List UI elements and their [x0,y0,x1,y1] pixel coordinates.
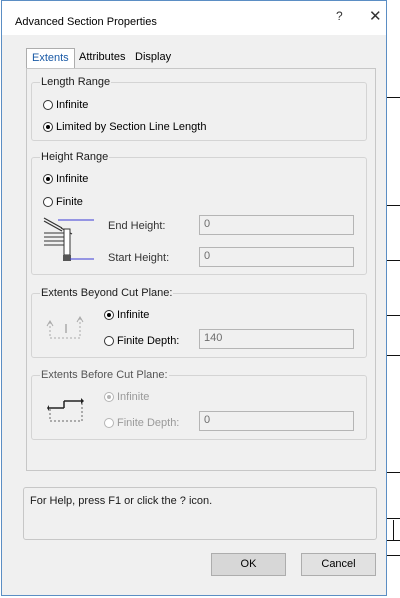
radio-indicator [43,197,53,207]
help-panel: For Help, press F1 or click the ? icon. [23,487,377,540]
radio-indicator [104,392,114,402]
radio-label: Infinite [117,309,150,321]
extents-tab-panel: Length Range Infinite Limited by Section… [26,68,376,471]
height-infinite-radio[interactable]: Infinite [43,172,88,186]
beyond-finite-depth-radio[interactable]: Finite Depth: [104,334,179,348]
radio-indicator [104,418,114,428]
background-window-line [387,355,400,356]
background-window-line [393,520,394,540]
tab-display[interactable]: Display [130,48,176,68]
radio-indicator [43,122,53,132]
before-cut-group: Extents Before Cut Plane: Infinite Finit… [31,369,367,440]
before-cut-title: Extents Before Cut Plane: [40,369,169,381]
radio-label: Infinite [117,391,150,403]
length-range-group: Length Range Infinite Limited by Section… [31,76,367,141]
radio-indicator [43,174,53,184]
height-range-title: Height Range [40,151,110,163]
beyond-cut-group: Extents Beyond Cut Plane: Infinite Finit… [31,287,367,358]
radio-label: Limited by Section Line Length [56,121,207,133]
background-window-line [387,472,400,473]
before-infinite-radio[interactable]: Infinite [104,390,149,404]
beyond-cut-icon [46,316,84,339]
radio-label: Finite Depth: [117,417,180,429]
window-title: Advanced Section Properties [15,16,157,28]
start-height-label: Start Height: [108,252,170,264]
title-bar: Advanced Section Properties ? ✕ [2,1,386,35]
background-window-line [387,518,400,519]
end-height-label: End Height: [108,220,166,232]
height-range-group: Height Range Infinite Finite End Height:… [31,151,367,275]
background-window-line [387,540,400,541]
advanced-section-properties-dialog: Advanced Section Properties ? ✕ Extents … [1,0,387,596]
radio-indicator [43,100,53,110]
tab-extents[interactable]: Extents [26,48,75,70]
beyond-cut-title: Extents Beyond Cut Plane: [40,287,174,299]
height-range-icon [43,217,94,261]
end-height-field[interactable]: 0 [199,215,354,235]
tab-attributes[interactable]: Attributes [74,48,130,68]
radio-label: Infinite [56,99,89,111]
before-cut-icon [47,398,84,422]
before-finite-depth-field[interactable]: 0 [199,411,354,431]
ok-button[interactable]: OK [211,553,286,576]
start-height-field[interactable]: 0 [199,247,354,267]
background-window-line [387,555,400,556]
beyond-finite-depth-field[interactable]: 140 [199,329,354,349]
length-infinite-radio[interactable]: Infinite [43,98,88,112]
before-finite-depth-radio[interactable]: Finite Depth: [104,416,179,430]
help-text: For Help, press F1 or click the ? icon. [30,495,213,507]
background-window-line [387,315,400,316]
radio-indicator [104,310,114,320]
background-window-line [387,205,400,206]
background-window-line [387,97,400,98]
radio-label: Finite Depth: [117,335,180,347]
close-icon[interactable]: ✕ [369,7,382,25]
length-range-title: Length Range [40,76,112,88]
cancel-button[interactable]: Cancel [301,553,376,576]
radio-indicator [104,336,114,346]
length-limited-radio[interactable]: Limited by Section Line Length [43,120,206,134]
background-window-line [387,260,400,261]
help-icon[interactable]: ? [336,9,343,23]
beyond-infinite-radio[interactable]: Infinite [104,308,149,322]
radio-label: Infinite [56,173,89,185]
height-finite-radio[interactable]: Finite [43,195,83,209]
radio-label: Finite [56,196,83,208]
